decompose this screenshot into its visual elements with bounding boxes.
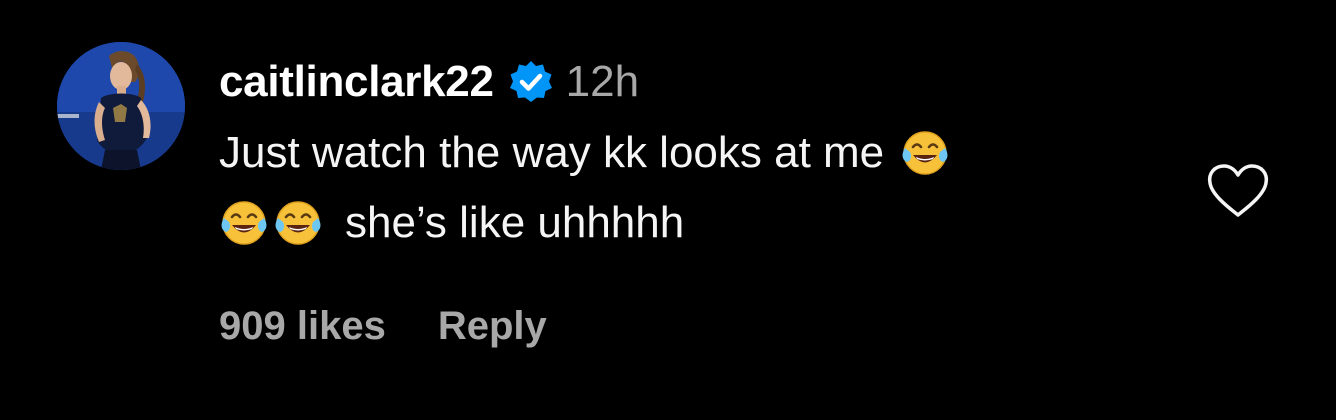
face-with-tears-of-joy-icon — [273, 198, 323, 248]
reply-button[interactable]: Reply — [438, 304, 547, 349]
comment-footer: 909 likes Reply — [219, 298, 547, 354]
avatar[interactable] — [57, 42, 185, 170]
verified-badge-icon — [508, 59, 554, 105]
profile-photo — [57, 42, 185, 170]
comment-text-part-1: Just watch the way kk looks at me — [219, 128, 885, 177]
likes-count[interactable]: 909 likes — [219, 304, 386, 349]
username[interactable]: caitlinclark22 — [219, 57, 494, 107]
comment-text-part-2: she’s like uhhhhh — [345, 198, 685, 247]
heart-outline-icon[interactable] — [1206, 163, 1270, 219]
comment-text-line-1: Just watch the way kk looks at me — [219, 118, 1179, 188]
comment-text-line-2: she’s like uhhhhh — [219, 188, 1179, 258]
face-with-tears-of-joy-icon — [900, 128, 950, 178]
comment-header: caitlinclark22 12h — [219, 52, 639, 112]
face-with-tears-of-joy-icon — [219, 198, 269, 248]
timestamp: 12h — [565, 57, 640, 106]
comment-text: Just watch the way kk looks at me she’s … — [219, 118, 1179, 258]
comment: caitlinclark22 12h Just watch the way kk… — [0, 0, 1336, 420]
